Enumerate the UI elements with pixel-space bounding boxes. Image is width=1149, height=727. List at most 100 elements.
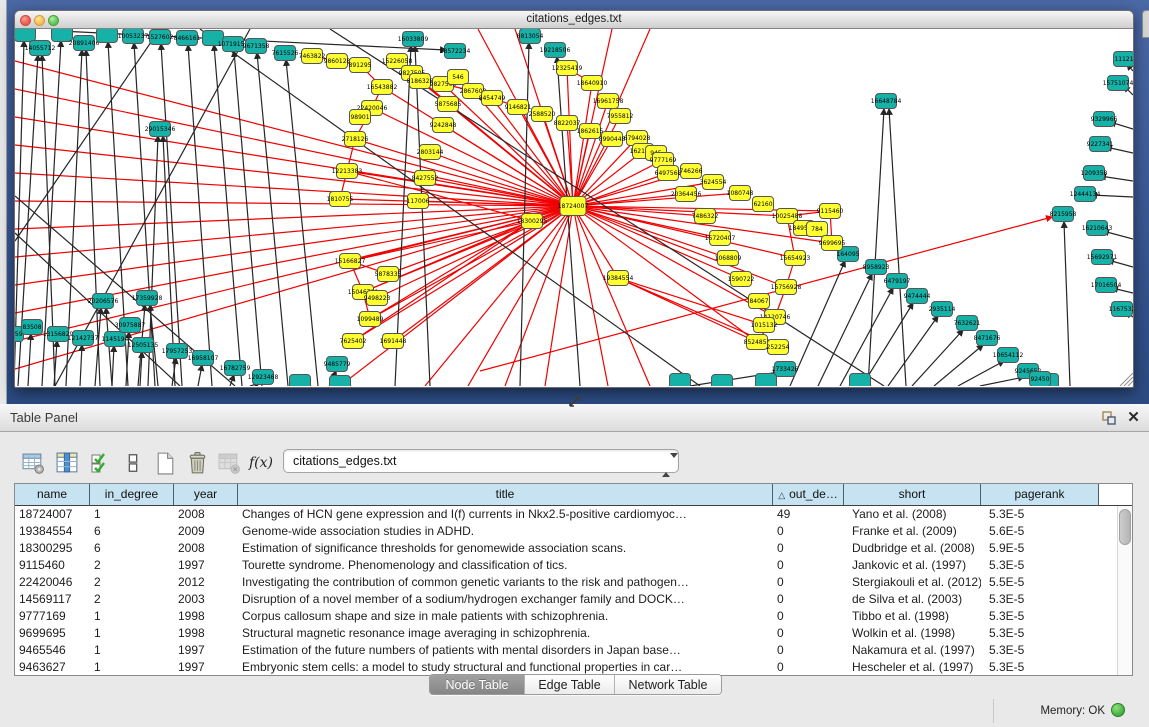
table-cell[interactable]: 0 (773, 540, 844, 557)
delete-column-icon[interactable] (184, 450, 210, 476)
table-cell[interactable]: 6 (90, 523, 174, 540)
network-node[interactable]: 8990448 (599, 132, 626, 147)
network-node[interactable]: 19218506 (540, 43, 571, 58)
network-node[interactable]: 12325419 (552, 61, 583, 76)
network-node[interactable]: 12444134 (1070, 187, 1101, 202)
network-node[interactable]: 7486322 (692, 209, 719, 224)
table-cell[interactable]: 14569117 (15, 591, 90, 608)
network-node[interactable]: 2588520 (529, 107, 556, 122)
table-cell[interactable]: Investigating the contribution of common… (238, 574, 773, 591)
table-cell[interactable]: 1997 (174, 642, 238, 659)
table-cell[interactable]: 22420046 (15, 574, 90, 591)
table-cell[interactable]: Jankovic et al. (1997) (844, 557, 981, 574)
network-node[interactable] (290, 375, 311, 387)
table-cell[interactable]: Corpus callosum shape and size in male p… (238, 608, 773, 625)
network-node[interactable]: 8427552 (412, 171, 439, 186)
table-cell[interactable]: 5.3E-5 (981, 625, 1099, 642)
tab-edge-table[interactable]: Edge Table (525, 675, 615, 694)
network-node[interactable]: 62160 (753, 197, 774, 212)
network-node[interactable]: 3624554 (700, 175, 727, 190)
network-node[interactable]: 15654923 (780, 251, 811, 266)
network-node[interactable]: 12923468 (248, 370, 279, 385)
network-node[interactable]: 16543882 (367, 80, 398, 95)
network-node[interactable]: 784 (807, 222, 828, 237)
network-node[interactable]: 19384554 (603, 271, 634, 286)
table-cell[interactable]: Dudbridge et al. (2008) (844, 540, 981, 557)
network-node[interactable]: 18724007 (558, 197, 589, 216)
network-node[interactable]: 12213383 (332, 164, 363, 179)
table-cell[interactable]: 5.3E-5 (981, 608, 1099, 625)
table-cell[interactable]: Stergiakouli et al. (2012) (844, 574, 981, 591)
network-node[interactable]: 2803144 (417, 145, 444, 160)
table-body[interactable]: 1872400712008Changes of HCN gene express… (15, 506, 1132, 676)
table-cell[interactable]: 2 (90, 574, 174, 591)
table-cell[interactable]: 0 (773, 574, 844, 591)
network-node[interactable]: 14055712 (25, 41, 56, 56)
network-node[interactable]: 1015132 (751, 318, 778, 333)
scrollbar-thumb[interactable] (1119, 509, 1131, 545)
network-node[interactable]: 16958107 (188, 351, 219, 366)
network-node[interactable]: 9115460 (817, 204, 844, 219)
network-node[interactable]: 83508 (22, 320, 43, 335)
network-node[interactable]: 6479197 (884, 274, 911, 289)
network-node[interactable]: 10053237 (118, 29, 149, 44)
network-node[interactable]: 1691448 (380, 334, 407, 349)
table-cell[interactable]: 49 (773, 506, 844, 523)
table-cell[interactable]: 0 (773, 557, 844, 574)
network-node[interactable] (850, 374, 871, 387)
network-node[interactable]: 117006 (407, 194, 430, 209)
select-rows-icon[interactable] (88, 450, 114, 476)
table-cell[interactable]: 9699695 (15, 625, 90, 642)
table-cell[interactable]: 0 (773, 608, 844, 625)
table-cell[interactable]: 2003 (174, 591, 238, 608)
table-cell[interactable]: 1 (90, 642, 174, 659)
table-cell[interactable]: Hescheler et al. (1997) (844, 659, 981, 676)
network-node[interactable]: 9498223 (364, 291, 391, 306)
network-node[interactable]: 18572234 (440, 44, 471, 59)
network-node[interactable]: 98901 (350, 110, 371, 125)
table-cell[interactable]: 1998 (174, 608, 238, 625)
network-node[interactable]: 9474444 (904, 289, 931, 304)
table-cell[interactable]: Nakamura et al. (1997) (844, 642, 981, 659)
network-node[interactable]: 15166827 (335, 254, 366, 269)
network-node[interactable]: 1099489 (357, 312, 384, 327)
network-node[interactable]: 17016504 (1091, 278, 1122, 293)
network-node[interactable]: 17359928 (132, 291, 163, 306)
table-cell[interactable]: Changes of HCN gene expression and I(f) … (238, 506, 773, 523)
network-node[interactable]: 16782759 (220, 361, 251, 376)
network-node[interactable]: 5875685 (435, 97, 462, 112)
network-node[interactable]: 9485779 (324, 357, 351, 372)
network-node[interactable]: 16033809 (398, 32, 429, 47)
table-row[interactable]: 911546021997Tourette syndrome. Phenomeno… (15, 557, 1132, 574)
table-cell[interactable]: 18300295 (15, 540, 90, 557)
table-cell[interactable]: 5.9E-5 (981, 540, 1099, 557)
tab-node-table[interactable]: Node Table (430, 675, 525, 694)
table-cell[interactable]: 9465546 (15, 642, 90, 659)
table-cell[interactable]: 2008 (174, 506, 238, 523)
network-node[interactable]: 5878335 (375, 267, 402, 282)
table-cell[interactable]: 1 (90, 659, 174, 676)
row-height-icon[interactable] (120, 450, 146, 476)
network-node[interactable]: 7463822 (299, 49, 326, 64)
network-node[interactable]: 1209358 (1081, 166, 1108, 181)
network-node[interactable]: 9227341 (1087, 137, 1114, 152)
table-cell[interactable]: 5.5E-5 (981, 574, 1099, 591)
float-panel-icon[interactable] (1101, 410, 1117, 426)
network-node[interactable]: 9329966 (1091, 112, 1118, 127)
network-node[interactable]: 9242848 (430, 118, 457, 133)
network-node[interactable]: 20206576 (88, 294, 119, 309)
column-header-out_de[interactable]: △out_de… (773, 484, 844, 506)
network-node[interactable]: 12142737 (68, 331, 99, 346)
network-node[interactable]: 1590722 (728, 272, 755, 287)
table-cell[interactable]: 1997 (174, 659, 238, 676)
table-row[interactable]: 1872400712008Changes of HCN gene express… (15, 506, 1132, 523)
network-node[interactable]: 92450 (1030, 372, 1051, 387)
table-cell[interactable]: 0 (773, 642, 844, 659)
network-node[interactable]: 8958923 (863, 260, 890, 275)
table-cell[interactable]: Structural magnetic resonance image aver… (238, 625, 773, 642)
network-node[interactable]: 20891406 (69, 36, 100, 51)
network-node[interactable] (330, 376, 351, 387)
table-header-row[interactable]: namein_degreeyeartitle△out_de…shortpager… (15, 484, 1132, 506)
table-cell[interactable]: 5.3E-5 (981, 591, 1099, 608)
network-node[interactable]: 15720407 (705, 231, 736, 246)
